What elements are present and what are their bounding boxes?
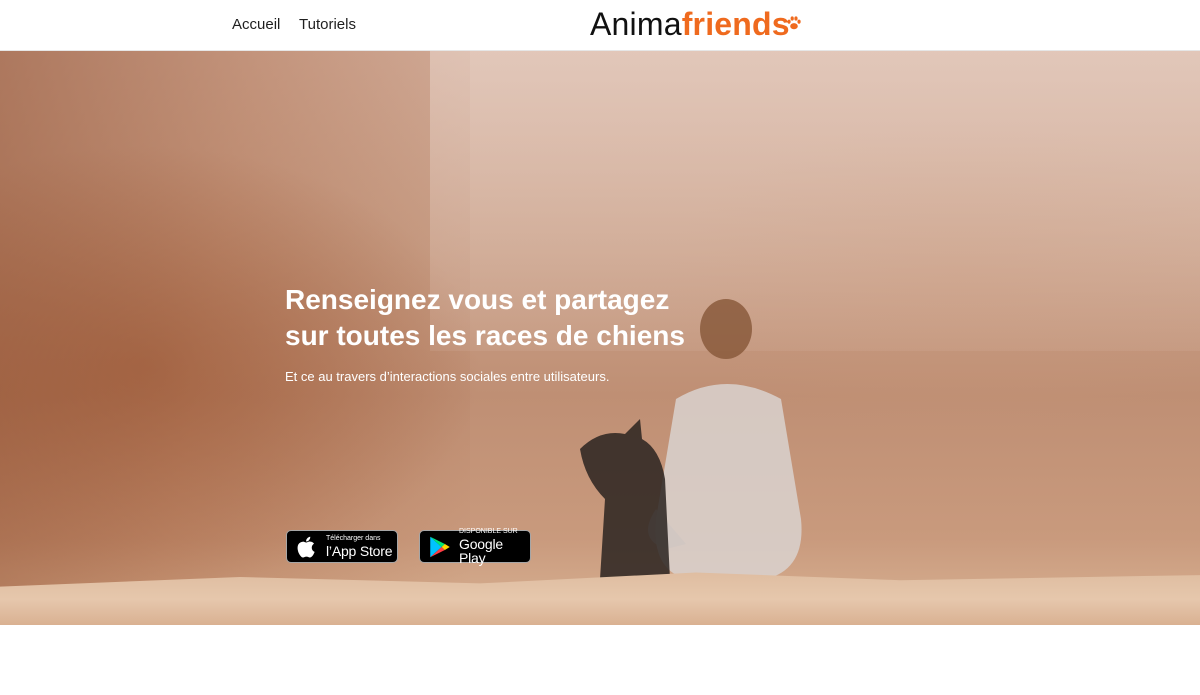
hero-dog-illustration	[580, 419, 670, 579]
nav-link-tutoriels[interactable]: Tutoriels	[299, 16, 356, 33]
paw-icon	[787, 16, 801, 30]
google-play-small-text: DISPONIBLE SUR	[459, 528, 518, 535]
app-store-label: Télécharger dans l’App Store	[326, 535, 392, 558]
google-play-button[interactable]: DISPONIBLE SUR Google Play	[419, 528, 531, 565]
top-navbar: Accueil Tutoriels Anima friends	[0, 0, 1200, 51]
nav-link-accueil[interactable]: Accueil	[232, 16, 280, 33]
logo-text-friends: friends	[681, 6, 790, 42]
google-play-big-text: Google Play	[459, 536, 503, 566]
hero-section: Renseignez vous et partagez sur toutes l…	[0, 51, 1200, 625]
google-play-icon	[430, 536, 450, 557]
hero-title: Renseignez vous et partagez sur toutes l…	[285, 282, 765, 354]
app-store-small-text: Télécharger dans	[326, 535, 381, 542]
hero-subtitle: Et ce au travers d’interactions sociales…	[285, 369, 610, 384]
app-store-big-text: l’App Store	[326, 543, 393, 559]
app-store-button[interactable]: Télécharger dans l’App Store	[286, 530, 398, 563]
google-play-label: DISPONIBLE SUR Google Play	[459, 528, 530, 565]
site-logo[interactable]: Anima friends	[590, 4, 790, 44]
hero-title-line-2: sur toutes les races de chiens	[285, 320, 685, 351]
apple-icon	[297, 536, 315, 558]
logo-text-anima: Anima	[590, 6, 682, 42]
hero-title-line-1: Renseignez vous et partagez	[285, 284, 670, 315]
